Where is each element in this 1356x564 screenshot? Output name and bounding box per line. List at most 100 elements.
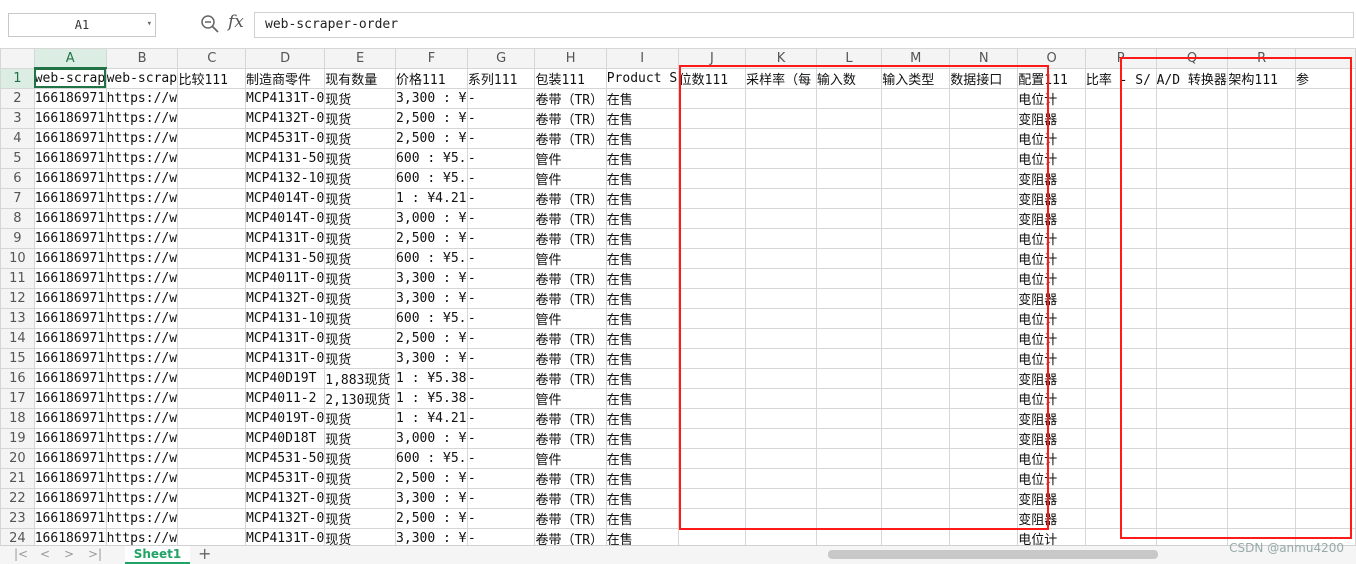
cell[interactable] (1294, 507, 1356, 529)
cell[interactable]: - (466, 407, 536, 429)
cell[interactable]: 现货 (324, 127, 397, 149)
cell[interactable] (745, 267, 817, 289)
cell[interactable] (1294, 287, 1356, 309)
cell[interactable]: 在售 (605, 387, 679, 409)
cell[interactable] (949, 427, 1019, 449)
column-header-extra[interactable] (1294, 48, 1356, 69)
row-header[interactable]: 22 (0, 487, 35, 509)
cell[interactable] (881, 387, 951, 409)
cell[interactable]: - (466, 87, 536, 109)
cell[interactable]: 在售 (605, 507, 679, 529)
cell[interactable]: - (466, 467, 536, 489)
cell[interactable] (1155, 447, 1229, 469)
cell[interactable]: https://w (105, 447, 179, 469)
cell[interactable]: 在售 (605, 247, 679, 269)
name-box[interactable]: A1 ▾ (8, 13, 156, 37)
cell[interactable]: MCP4131-50 (244, 247, 326, 269)
cell[interactable]: 在售 (605, 227, 679, 249)
cell[interactable]: 卷带（TR） (534, 327, 607, 349)
cell[interactable] (1155, 527, 1229, 545)
next-sheet-button[interactable]: > (64, 547, 74, 561)
cell[interactable]: - (466, 367, 536, 389)
cell[interactable] (677, 427, 747, 449)
column-header-f[interactable]: F (395, 48, 468, 69)
cell[interactable] (677, 147, 747, 169)
cell[interactable]: 价格111 (395, 67, 468, 89)
cell[interactable]: MCP4131-10 (244, 307, 326, 329)
cell[interactable] (677, 347, 747, 369)
cell[interactable]: 现货 (324, 107, 397, 129)
cell[interactable] (745, 147, 817, 169)
cell[interactable]: MCP4131T-0 (244, 527, 326, 545)
cell[interactable] (1084, 327, 1157, 349)
cell[interactable] (881, 107, 951, 129)
cell[interactable]: 在售 (605, 327, 679, 349)
cell[interactable] (677, 107, 747, 129)
cell[interactable] (1084, 107, 1157, 129)
cell[interactable] (1294, 207, 1356, 229)
cell[interactable] (745, 447, 817, 469)
cell[interactable]: 配置111 (1017, 67, 1086, 89)
cell[interactable]: 现货 (324, 167, 397, 189)
cell[interactable]: 卷带（TR） (534, 87, 607, 109)
cell[interactable] (881, 347, 951, 369)
cell[interactable]: 卷带（TR） (534, 427, 607, 449)
cell[interactable] (1227, 307, 1296, 329)
cell[interactable] (677, 507, 747, 529)
cell[interactable]: - (466, 327, 536, 349)
cell[interactable]: 166186971 (33, 367, 107, 389)
cell[interactable] (1227, 267, 1296, 289)
column-header-e[interactable]: E (324, 48, 397, 69)
cell[interactable]: 电位计 (1017, 387, 1086, 409)
row-header[interactable]: 8 (0, 207, 35, 229)
cell[interactable]: 位数111 (677, 67, 747, 89)
cell[interactable]: 在售 (605, 407, 679, 429)
cell[interactable]: 3,000 : ¥ (395, 427, 468, 449)
cell[interactable]: 在售 (605, 527, 679, 545)
cell[interactable] (1294, 307, 1356, 329)
cell[interactable]: https://w (105, 327, 179, 349)
cell[interactable]: 比率 - S/ (1084, 67, 1157, 89)
cell[interactable]: MCP40D19T (244, 367, 326, 389)
cell[interactable] (881, 407, 951, 429)
cell[interactable] (1227, 387, 1296, 409)
cell[interactable] (1294, 407, 1356, 429)
cell[interactable]: 现货 (324, 267, 397, 289)
cell[interactable]: 现货 (324, 187, 397, 209)
cell[interactable] (745, 307, 817, 329)
cell[interactable] (677, 407, 747, 429)
cell[interactable] (745, 347, 817, 369)
cell[interactable] (949, 187, 1019, 209)
cell[interactable] (1227, 227, 1296, 249)
cell[interactable]: 在售 (605, 207, 679, 229)
column-header-a[interactable]: A (33, 48, 107, 69)
row-header[interactable]: 23 (0, 507, 35, 529)
cell[interactable]: 电位计 (1017, 127, 1086, 149)
cell[interactable]: 卷带（TR） (534, 227, 607, 249)
cell[interactable]: https://w (105, 247, 179, 269)
cell[interactable]: 166186971 (33, 287, 107, 309)
cell[interactable] (177, 207, 246, 229)
cell[interactable] (1084, 447, 1157, 469)
cell[interactable]: 现货 (324, 347, 397, 369)
cell[interactable] (949, 367, 1019, 389)
cell[interactable]: 3,300 : ¥ (395, 287, 468, 309)
row-header[interactable]: 5 (0, 147, 35, 169)
cell[interactable]: 2,500 : ¥ (395, 467, 468, 489)
cell[interactable]: 卷带（TR） (534, 507, 607, 529)
cell[interactable]: MCP4131T-0 (244, 347, 326, 369)
cell[interactable]: - (466, 527, 536, 545)
cell[interactable] (677, 487, 747, 509)
cell[interactable] (881, 307, 951, 329)
cell[interactable] (815, 167, 883, 189)
cell[interactable]: 166186971 (33, 507, 107, 529)
cell[interactable]: 电位计 (1017, 347, 1086, 369)
cell[interactable] (1155, 267, 1229, 289)
cell[interactable] (745, 507, 817, 529)
cell[interactable] (677, 247, 747, 269)
cell[interactable] (1155, 87, 1229, 109)
cell[interactable] (1294, 327, 1356, 349)
cell[interactable]: https://w (105, 147, 179, 169)
cell[interactable]: 166186971 (33, 267, 107, 289)
cell[interactable] (177, 507, 246, 529)
